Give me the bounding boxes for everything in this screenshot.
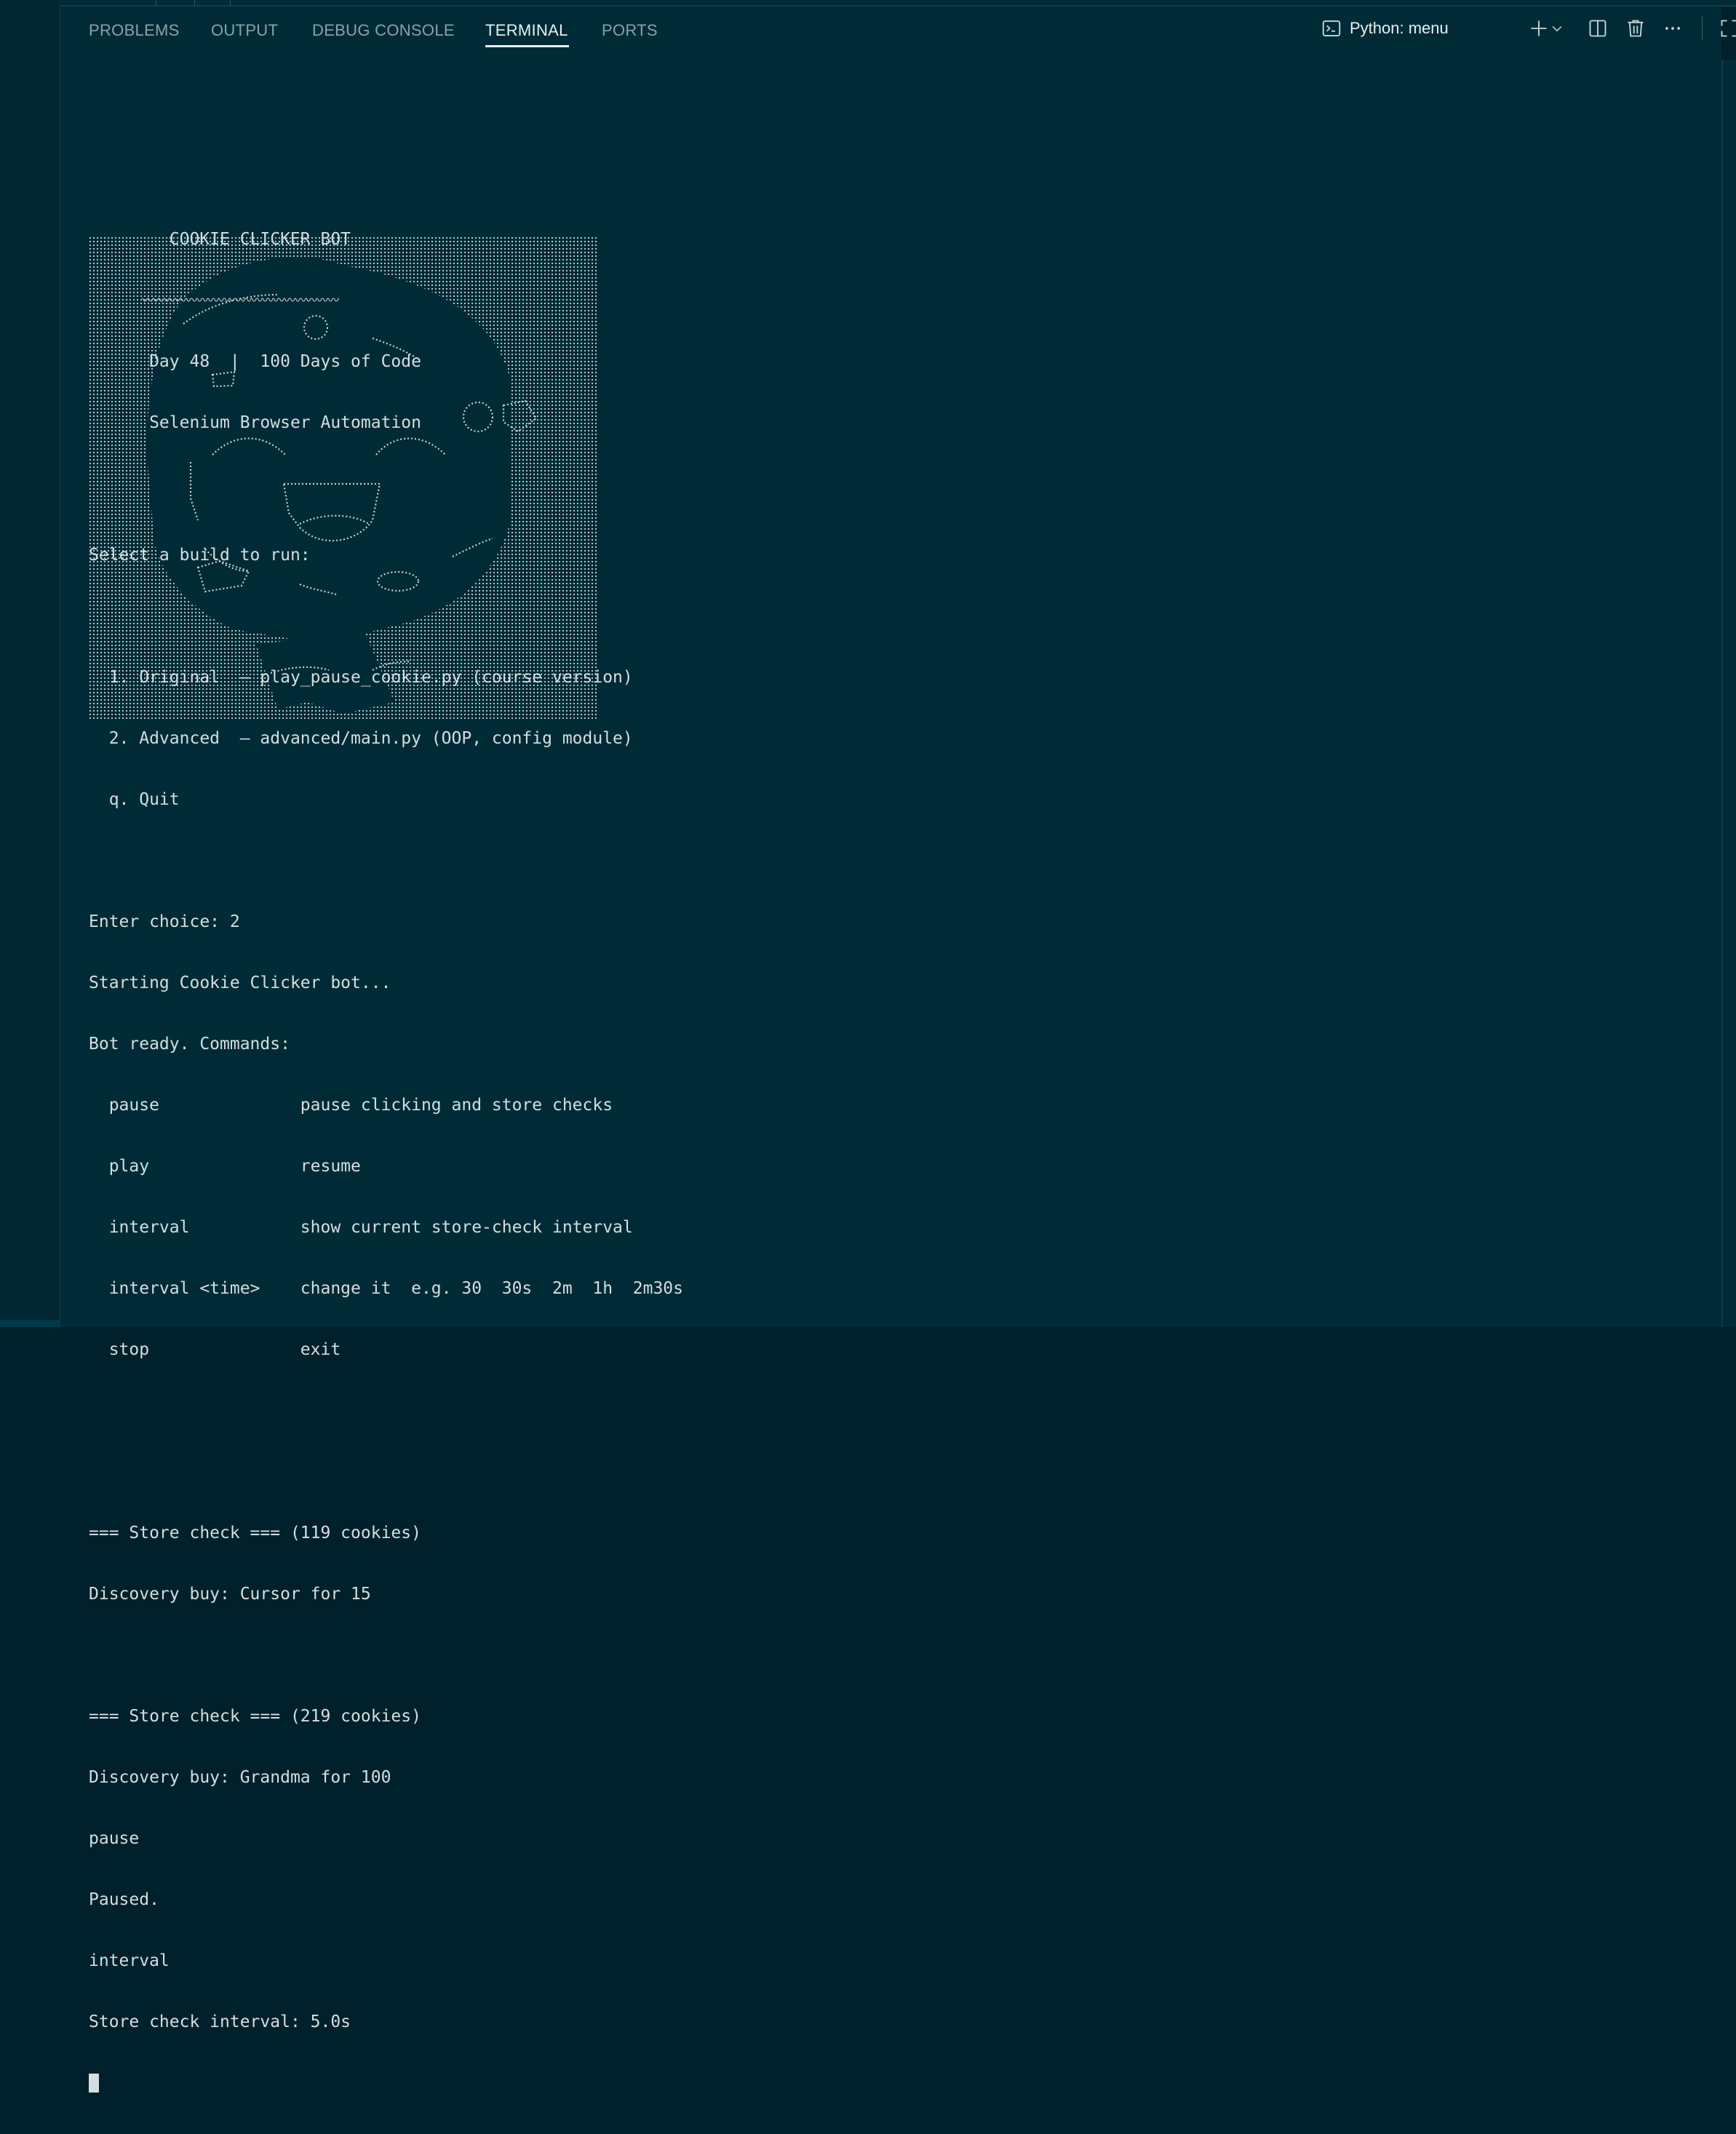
split-terminal-button[interactable] — [1586, 17, 1609, 40]
chevron-down-icon — [1552, 25, 1562, 32]
menu-option-quit: q. Quit — [89, 790, 180, 809]
terminal-selector[interactable]: Python: menu — [1321, 17, 1449, 40]
session-line: Enter choice: 2 — [89, 912, 240, 931]
tab-problems[interactable]: PROBLEMS — [89, 21, 180, 40]
log-line: Paused. — [89, 1890, 159, 1909]
tab-terminal[interactable]: TERMINAL — [485, 21, 568, 40]
ellipsis-icon — [1665, 27, 1681, 30]
command-help-line: interval show current store-check interv… — [89, 1218, 633, 1237]
panel-tab-bar: PROBLEMS OUTPUT DEBUG CONSOLE TERMINAL P… — [60, 7, 1736, 56]
terminal-cursor — [89, 2074, 99, 2093]
maximize-panel-button[interactable] — [1718, 17, 1736, 40]
command-help-line: pause pause clicking and store checks — [89, 1096, 613, 1115]
editor-left-strip — [0, 0, 60, 1327]
session-line: Bot ready. Commands: — [89, 1035, 290, 1054]
terminal-profiles-button[interactable] — [1549, 17, 1565, 40]
terminal-selector-label: Python: menu — [1350, 19, 1449, 37]
terminal-scrollbar[interactable] — [1721, 60, 1736, 1327]
editor-top-edge — [60, 0, 1736, 7]
session-line: Starting Cookie Clicker bot... — [89, 974, 391, 992]
trash-icon — [1628, 20, 1644, 37]
command-help-line: interval <time> change it e.g. 30 30s 2m… — [89, 1279, 683, 1298]
tab-ports[interactable]: PORTS — [602, 21, 658, 40]
log-line: interval — [89, 1951, 170, 1970]
log-line: Store check interval: 5.0s — [89, 2012, 351, 2031]
terminal-panel: PROBLEMS OUTPUT DEBUG CONSOLE TERMINAL P… — [60, 7, 1736, 2093]
new-terminal-button[interactable] — [1527, 17, 1550, 40]
command-help-line: play resume — [89, 1157, 361, 1176]
maximize-icon — [1721, 20, 1736, 37]
status-strip — [0, 1320, 60, 1327]
menu-option-original: 1. Original — play_pause_cookie.py (cour… — [89, 668, 633, 687]
menu-option-advanced: 2. Advanced — advanced/main.py (OOP, con… — [89, 729, 633, 748]
plus-icon — [1531, 20, 1547, 36]
log-line: pause — [89, 1829, 140, 1848]
log-line: === Store check === (219 cookies) — [89, 1707, 421, 1726]
log-line: === Store check === (119 cookies) — [89, 1524, 421, 1542]
tab-debug-console[interactable]: DEBUG CONSOLE — [312, 21, 455, 40]
toolbar-separator — [1702, 17, 1703, 40]
more-actions-button[interactable] — [1661, 17, 1684, 40]
command-help-line: stop exit — [89, 1340, 341, 1359]
menu-prompt: Select a build to run: — [89, 546, 311, 565]
kill-terminal-button[interactable] — [1624, 17, 1647, 40]
log-line: Discovery buy: Grandma for 100 — [89, 1768, 391, 1787]
active-tab-indicator — [485, 45, 569, 47]
tab-output[interactable]: OUTPUT — [211, 21, 278, 40]
terminal-session: Select a build to run: 1. Original — pla… — [89, 504, 1689, 2093]
log-line: Discovery buy: Cursor for 15 — [89, 1585, 371, 1604]
terminal-icon — [1322, 20, 1341, 36]
split-icon — [1589, 20, 1606, 37]
